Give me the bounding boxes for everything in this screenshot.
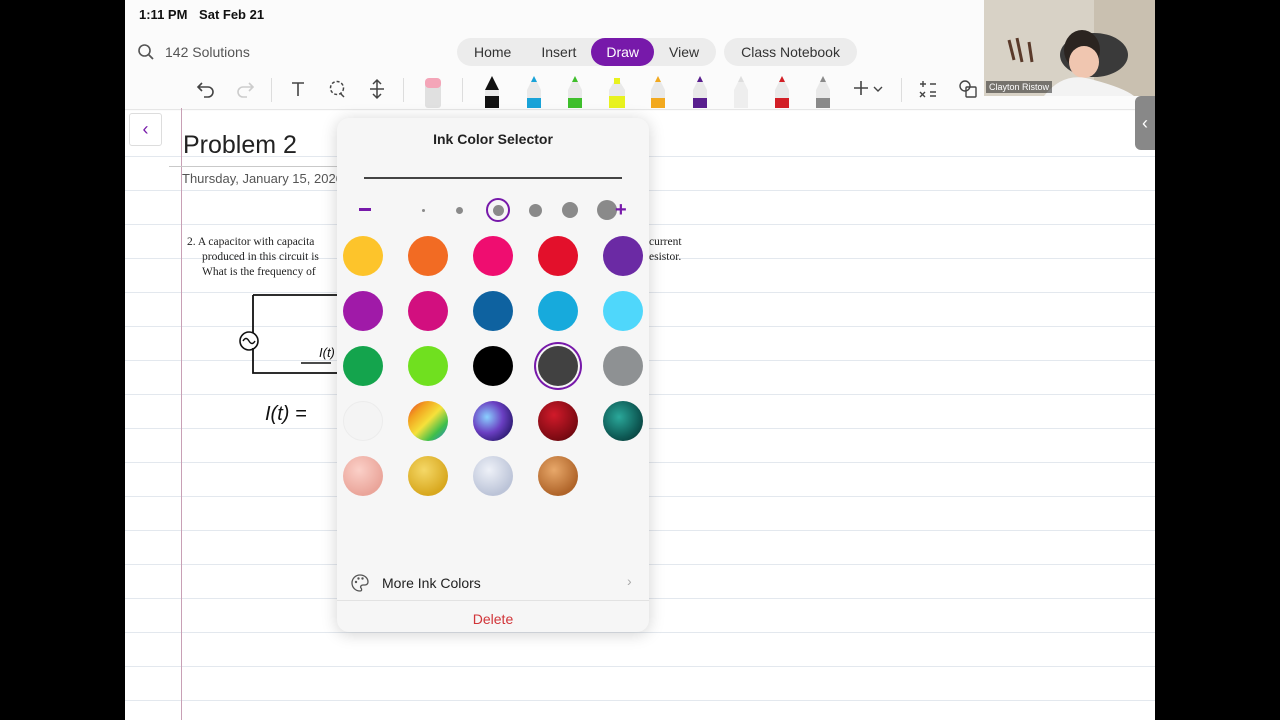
eraser-icon[interactable] — [422, 74, 444, 108]
pen-black-icon[interactable] — [481, 74, 503, 108]
color-swatch[interactable] — [408, 291, 448, 331]
tab-group: Home Insert Draw View — [457, 38, 717, 66]
back-button[interactable]: ‹ — [129, 113, 162, 146]
problem-text: 2. A capacitor with capacita produced in… — [187, 235, 319, 280]
status-time: 1:11 PM — [139, 7, 188, 22]
page-title[interactable]: Problem 2 — [183, 131, 297, 160]
search-row[interactable]: 142 Solutions — [137, 40, 250, 64]
tab-view[interactable]: View — [654, 38, 714, 66]
undo-icon[interactable] — [195, 78, 217, 100]
side-panel-tab[interactable]: ‹ — [1135, 96, 1155, 150]
title-underline — [169, 166, 339, 167]
add-space-icon[interactable] — [366, 78, 388, 100]
handwritten-label: I(t) — [319, 345, 335, 360]
pen-white-icon[interactable] — [730, 74, 752, 108]
status-bar: 1:11 PM Sat Feb 21 — [139, 7, 272, 22]
toolbar-divider — [403, 78, 404, 102]
palette-icon — [351, 574, 369, 592]
ink-preview-line — [364, 177, 622, 179]
pen-gray-icon[interactable] — [812, 74, 834, 108]
color-swatch[interactable] — [603, 236, 643, 276]
color-swatch[interactable] — [473, 401, 513, 441]
problem-line: produced in this circuit is — [202, 251, 319, 263]
redo-icon[interactable] — [234, 78, 256, 100]
status-date: Sat Feb 21 — [199, 7, 265, 22]
increase-thickness-button[interactable]: + — [615, 198, 629, 222]
chevron-left-icon[interactable]: ‹ — [143, 119, 149, 139]
decrease-thickness-button[interactable] — [359, 208, 371, 211]
color-swatch[interactable] — [408, 236, 448, 276]
shapes-icon[interactable] — [957, 78, 979, 100]
handwritten-equation: I(t) = — [265, 403, 307, 425]
chevron-left-icon[interactable]: ‹ — [1142, 113, 1148, 133]
toolbar-divider — [271, 78, 272, 102]
problem-line: 2. A capacitor with capacita — [187, 236, 315, 248]
problem-line: esistor. — [649, 251, 682, 263]
thickness-option[interactable] — [525, 198, 545, 222]
circuit-drawing: I(t) = I(t) — [239, 294, 343, 425]
text-tool-icon[interactable] — [287, 78, 309, 100]
webcam-name: Clayton Ristow — [986, 81, 1053, 93]
pen-blue-icon[interactable] — [523, 74, 545, 108]
thickness-selector: + — [357, 198, 629, 222]
chevron-right-icon: › — [627, 573, 632, 589]
tab-draw[interactable]: Draw — [591, 38, 655, 66]
color-swatch[interactable] — [343, 236, 383, 276]
color-swatch[interactable] — [538, 236, 578, 276]
webcam-overlay: Clayton Ristow — [984, 0, 1155, 96]
color-swatch[interactable] — [343, 401, 383, 441]
color-swatch[interactable] — [408, 456, 448, 496]
color-swatch[interactable] — [473, 346, 513, 386]
delete-pen-button[interactable]: Delete — [337, 611, 649, 627]
toolbar-divider — [901, 78, 902, 102]
color-swatch[interactable] — [538, 456, 578, 496]
pen-orange-icon[interactable] — [647, 74, 669, 108]
pen-green-icon[interactable] — [564, 74, 586, 108]
color-swatch[interactable] — [408, 401, 448, 441]
popover-divider — [337, 600, 649, 601]
thickness-option[interactable] — [560, 198, 580, 222]
problem-line: What is the frequency of — [202, 266, 316, 278]
ink-color-selector: Ink Color Selector + More Ink Colors › D… — [337, 118, 649, 632]
onenote-screen: 1:11 PM Sat Feb 21 142 Solutions Home In… — [125, 0, 1155, 720]
pen-red-icon[interactable] — [771, 74, 793, 108]
more-ink-colors-label[interactable]: More Ink Colors — [382, 575, 481, 591]
search-icon[interactable] — [137, 43, 155, 61]
page-margin-line — [181, 108, 182, 720]
math-icon[interactable] — [917, 78, 939, 100]
lasso-select-icon[interactable] — [326, 78, 348, 100]
toolbar-divider — [462, 78, 463, 102]
tab-class-notebook[interactable]: Class Notebook — [726, 38, 855, 66]
problem-line: current — [649, 236, 682, 248]
color-swatch[interactable] — [408, 346, 448, 386]
color-swatch[interactable] — [538, 401, 578, 441]
pen-purple-icon[interactable] — [689, 74, 711, 108]
color-swatch[interactable] — [603, 291, 643, 331]
color-swatch[interactable] — [603, 346, 643, 386]
color-swatch[interactable] — [473, 456, 513, 496]
add-pen-icon[interactable] — [851, 78, 873, 100]
problem-text-right: current esistor. — [649, 235, 682, 265]
color-swatch[interactable] — [473, 236, 513, 276]
thickness-option-selected[interactable] — [486, 198, 510, 222]
class-notebook-group: Class Notebook — [724, 38, 857, 66]
tab-home[interactable]: Home — [459, 38, 526, 66]
ribbon-tabs: Home Insert Draw View Class Notebook — [457, 38, 857, 66]
chevron-down-icon[interactable] — [872, 78, 884, 100]
page-date: Thursday, January 15, 2026 — [182, 171, 343, 186]
more-ink-colors-row[interactable]: More Ink Colors › — [337, 568, 649, 598]
color-swatch-selected[interactable] — [538, 346, 578, 386]
color-swatch[interactable] — [343, 456, 383, 496]
color-swatch[interactable] — [343, 291, 383, 331]
color-swatch[interactable] — [343, 346, 383, 386]
thickness-option[interactable] — [449, 198, 469, 222]
tab-insert[interactable]: Insert — [526, 38, 591, 66]
thickness-option[interactable] — [413, 198, 433, 222]
notebook-section-label[interactable]: 142 Solutions — [165, 44, 250, 60]
color-swatch[interactable] — [603, 401, 643, 441]
highlighter-yellow-icon[interactable] — [606, 74, 628, 108]
popover-title: Ink Color Selector — [433, 131, 553, 147]
color-swatch[interactable] — [538, 291, 578, 331]
color-swatch[interactable] — [473, 291, 513, 331]
